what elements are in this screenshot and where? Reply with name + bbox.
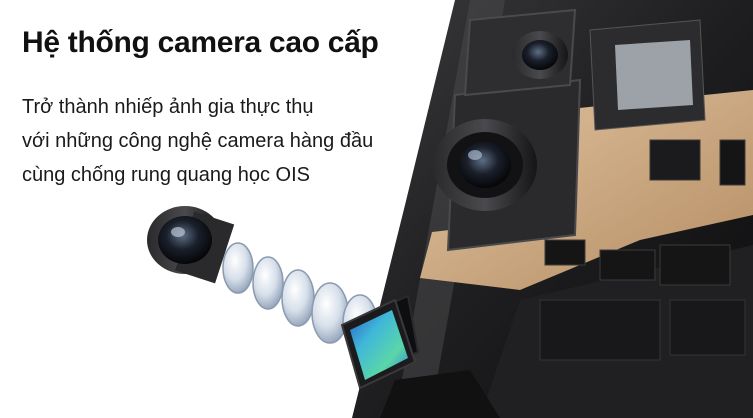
headline: Hệ thống camera cao cấp	[22, 26, 379, 59]
front-lens-reflection	[171, 227, 185, 237]
component	[719, 139, 746, 186]
front-lens-glass	[158, 216, 212, 264]
description-line-3: cùng chống rung quang học OIS	[22, 164, 310, 186]
component	[669, 299, 746, 356]
component	[544, 239, 586, 266]
component	[539, 299, 661, 361]
lens-element-icon	[222, 242, 254, 294]
component	[659, 244, 731, 286]
promo-banner: Hệ thống camera cao cấp Trở thành nhiếp …	[0, 0, 753, 418]
lens-element-icon	[281, 269, 315, 327]
description-line-1: Trở thành nhiếp ảnh gia thực thụ	[22, 96, 314, 118]
description: Trở thành nhiếp ảnh gia thực thụ với nhữ…	[22, 90, 373, 192]
lens-element-icon	[311, 282, 349, 344]
main-lens-glass	[459, 142, 511, 188]
secondary-lens-glass	[522, 40, 558, 70]
lens-element-icon	[252, 256, 284, 310]
component	[649, 139, 701, 181]
camera-module-illustration	[147, 0, 753, 418]
shield-plate	[615, 40, 693, 110]
component	[599, 249, 656, 281]
description-line-2: với những công nghệ camera hàng đầu	[22, 130, 374, 152]
lens-reflection	[468, 150, 482, 160]
